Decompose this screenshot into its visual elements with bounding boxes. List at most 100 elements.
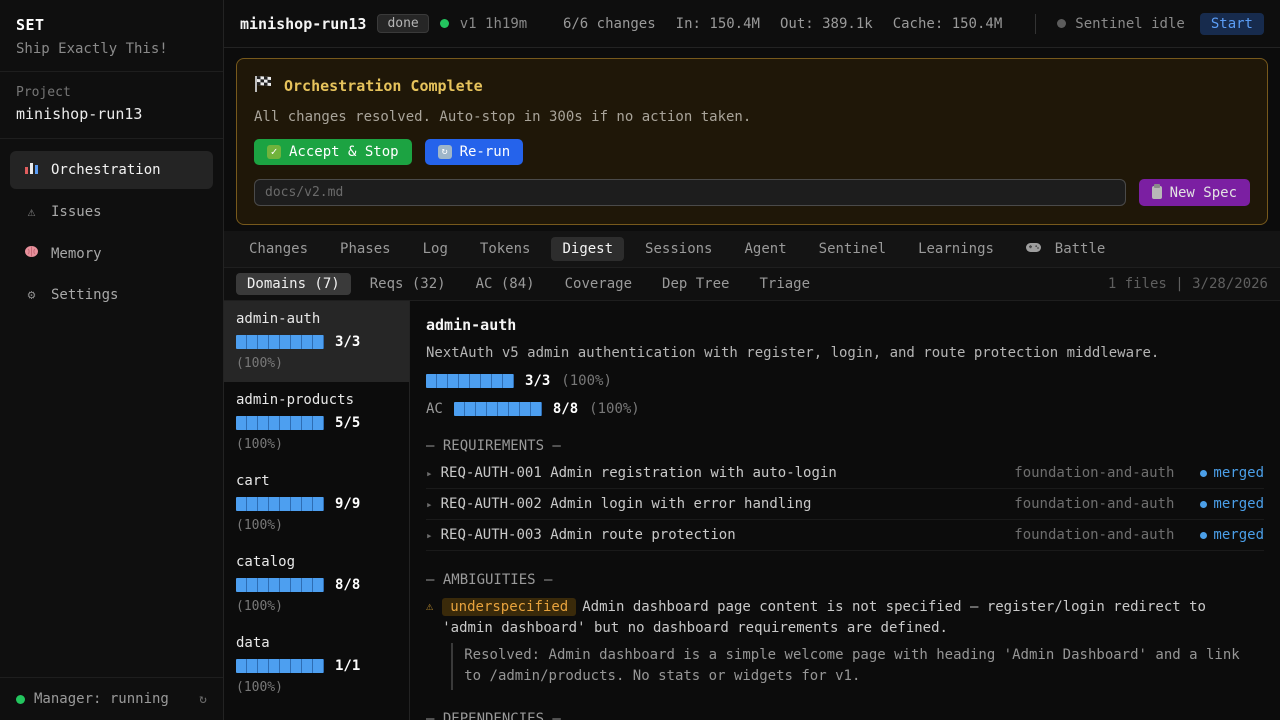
tab-changes[interactable]: Changes [238, 237, 319, 261]
banner-title-row: Orchestration Complete [254, 76, 1250, 96]
banner-actions: ✓ Accept & Stop ↻ Re-run [254, 139, 1250, 165]
sentinel-start-button[interactable]: Start [1200, 13, 1264, 35]
app-root: SET Ship Exactly This! Project minishop-… [0, 0, 1280, 720]
tokens-cache: Cache: 150.4M [893, 16, 1003, 32]
run-title: minishop-run13 [240, 15, 366, 33]
sentinel-idle-dot [1057, 19, 1066, 28]
subtab-reqs[interactable]: Reqs (32) [359, 273, 457, 295]
subtab-triage[interactable]: Triage [748, 273, 821, 295]
gear-icon: ⚙ [23, 288, 40, 303]
loop-arrows-icon: ↻ [438, 145, 452, 159]
project-label: Project [16, 85, 207, 100]
sentinel-status: Sentinel idle [1057, 16, 1185, 32]
new-spec-row: New Spec [254, 179, 1250, 206]
underspecified-badge: underspecified [442, 598, 576, 616]
accept-stop-label: Accept & Stop [289, 144, 399, 160]
files-date-meta: 1 files | 3/28/2026 [1108, 276, 1268, 292]
tab-tokens[interactable]: Tokens [469, 237, 542, 261]
accept-stop-button[interactable]: ✓ Accept & Stop [254, 139, 412, 165]
merged-status-badge: merged [1200, 527, 1264, 543]
banner-title: Orchestration Complete [284, 77, 483, 95]
requirement-row[interactable]: ▸ REQ-AUTH-003 Admin route protection fo… [426, 520, 1264, 551]
version-duration: v1 1h19m [460, 16, 527, 32]
progress-bar [236, 497, 324, 511]
chevron-right-icon: ▸ [426, 467, 433, 480]
main-column: minishop-run13 done v1 1h19m 6/6 changes… [224, 0, 1280, 720]
digest-content: admin-auth 3/3 (100%) admin-products 5/5… [224, 301, 1280, 720]
tab-learnings[interactable]: Learnings [907, 237, 1005, 261]
project-block: Project minishop-run13 [0, 72, 223, 139]
requirement-row[interactable]: ▸ REQ-AUTH-001 Admin registration with a… [426, 458, 1264, 489]
sidebar: SET Ship Exactly This! Project minishop-… [0, 0, 224, 720]
clipboard-icon [1152, 186, 1162, 199]
tab-log[interactable]: Log [412, 237, 459, 261]
tab-agent[interactable]: Agent [733, 237, 797, 261]
ambiguity-item: ⚠ underspecifiedAdmin dashboard page con… [426, 597, 1264, 690]
requirement-row[interactable]: ▸ REQ-AUTH-002 Admin login with error ha… [426, 489, 1264, 520]
chevron-right-icon: ▸ [426, 498, 433, 511]
run-status-dot [440, 19, 449, 28]
merged-dot [1200, 470, 1207, 477]
subtab-dep-tree[interactable]: Dep Tree [651, 273, 740, 295]
tab-battle[interactable]: Battle [1015, 237, 1116, 261]
brain-icon [23, 245, 40, 262]
tab-sessions[interactable]: Sessions [634, 237, 723, 261]
changes-count: 6/6 changes [563, 16, 656, 32]
detail-description: NextAuth v5 admin authentication with re… [426, 345, 1264, 361]
requirements-header: — REQUIREMENTS — [426, 438, 1264, 454]
subtab-coverage[interactable]: Coverage [554, 273, 643, 295]
status-dot-green [16, 695, 25, 704]
sidebar-item-orchestration[interactable]: Orchestration [10, 151, 213, 189]
banner-message: All changes resolved. Auto-stop in 300s … [254, 109, 1250, 125]
tab-sentinel[interactable]: Sentinel [808, 237, 897, 261]
detail-title: admin-auth [426, 316, 1264, 334]
req-progress-bar [426, 374, 514, 388]
secondary-tab-bar: Domains (7) Reqs (32) AC (84) Coverage D… [224, 268, 1280, 301]
progress-bar [236, 335, 324, 349]
sidebar-item-issues[interactable]: ⚠ Issues [10, 194, 213, 230]
domain-detail-panel: admin-auth NextAuth v5 admin authenticat… [410, 301, 1280, 720]
subtab-domains[interactable]: Domains (7) [236, 273, 351, 295]
new-spec-button[interactable]: New Spec [1139, 179, 1250, 206]
refresh-icon[interactable]: ↻ [199, 692, 207, 707]
check-icon: ✓ [267, 145, 281, 159]
sidebar-item-memory[interactable]: Memory [10, 235, 213, 272]
progress-bar [236, 416, 324, 430]
status-badge: done [377, 14, 428, 33]
domain-item-data[interactable]: data 1/1 (100%) [224, 625, 409, 706]
ac-progress-row: AC 8/8 (100%) [426, 401, 1264, 417]
run-stats: 6/6 changes In: 150.4M Out: 389.1k Cache… [563, 16, 1002, 32]
domain-item-admin-products[interactable]: admin-products 5/5 (100%) [224, 382, 409, 463]
tab-digest[interactable]: Digest [551, 237, 624, 261]
domain-item-catalog[interactable]: catalog 8/8 (100%) [224, 544, 409, 625]
gamepad-icon [1026, 242, 1049, 257]
progress-bar [236, 659, 324, 673]
rerun-button[interactable]: ↻ Re-run [425, 139, 524, 165]
sidebar-header: SET Ship Exactly This! [0, 0, 223, 72]
ac-progress-bar [454, 402, 542, 416]
primary-tab-bar: Changes Phases Log Tokens Digest Session… [224, 231, 1280, 268]
divider [1035, 14, 1036, 34]
rerun-label: Re-run [460, 144, 511, 160]
warning-icon: ⚠ [426, 599, 433, 613]
domain-item-admin-auth[interactable]: admin-auth 3/3 (100%) [224, 301, 409, 382]
sidebar-item-label: Memory [51, 246, 102, 262]
domain-list: admin-auth 3/3 (100%) admin-products 5/5… [224, 301, 410, 720]
manager-status-text: Manager: running [34, 691, 169, 707]
warning-icon: ⚠ [23, 205, 40, 220]
tab-battle-label: Battle [1055, 241, 1106, 257]
domain-item-cart[interactable]: cart 9/9 (100%) [224, 463, 409, 544]
sidebar-nav: Orchestration ⚠ Issues Memory ⚙ Settings [0, 139, 223, 677]
ambiguities-header: — AMBIGUITIES — [426, 572, 1264, 588]
ambiguity-resolution: Resolved: Admin dashboard is a simple we… [451, 643, 1264, 690]
merged-status-badge: merged [1200, 496, 1264, 512]
checkered-flag-icon [254, 76, 273, 96]
tab-phases[interactable]: Phases [329, 237, 402, 261]
sidebar-item-label: Settings [51, 287, 118, 303]
sidebar-item-settings[interactable]: ⚙ Settings [10, 277, 213, 313]
subtab-ac[interactable]: AC (84) [465, 273, 546, 295]
spec-path-input[interactable] [254, 179, 1126, 206]
sidebar-item-label: Orchestration [51, 162, 161, 178]
tokens-out: Out: 389.1k [780, 16, 873, 32]
bar-chart-icon [23, 161, 40, 179]
